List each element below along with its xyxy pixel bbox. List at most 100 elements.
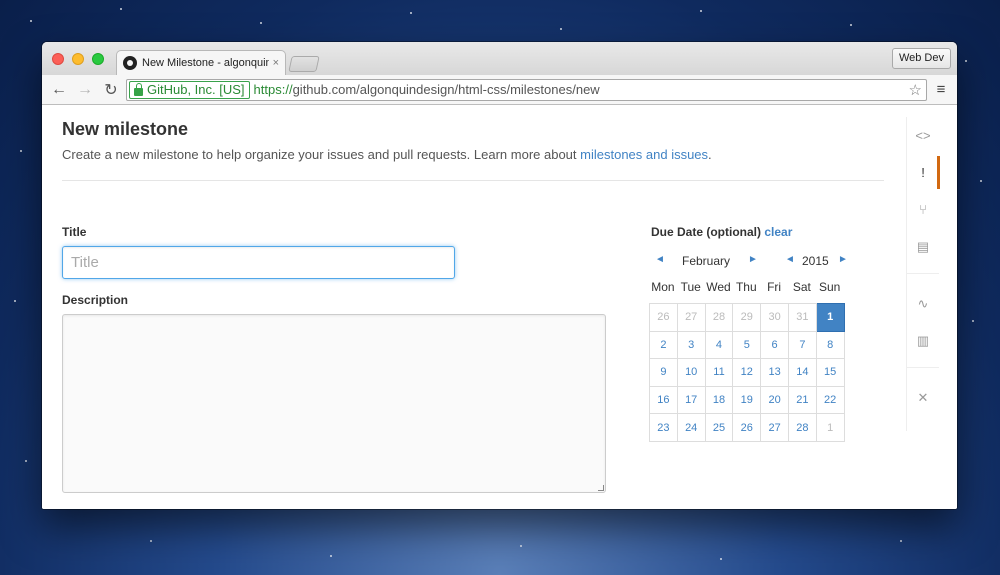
prev-year-icon[interactable]: ◄: [785, 254, 795, 265]
calendar-days: 26 27 28 29 30 31 1 2 3 4 5 6 7 8 9 10 1…: [649, 303, 845, 442]
calendar-day[interactable]: 4: [704, 330, 734, 360]
description-textarea[interactable]: [62, 314, 606, 493]
tab-strip: New Milestone - algonquindesign × Web De…: [42, 42, 957, 75]
prev-month-icon[interactable]: ◄: [655, 254, 665, 265]
calendar-day[interactable]: 16: [649, 385, 678, 415]
weekday-label: Sun: [819, 280, 841, 294]
calendar-day[interactable]: 2: [649, 330, 678, 360]
settings-icon[interactable]: ✕: [907, 379, 939, 416]
maximize-window-button[interactable]: [92, 53, 104, 65]
calendar-grid: Mon Tue Wed Thu Fri Sat Sun 26 27 28 29 …: [649, 280, 845, 442]
calendar-day[interactable]: 30: [760, 303, 789, 332]
calendar-day[interactable]: 18: [704, 385, 734, 415]
calendar-header: ◄ February ► ◄ 2015 ►: [651, 252, 851, 272]
weekday-label: Fri: [767, 280, 782, 294]
url-scheme: https://: [253, 82, 293, 97]
calendar-day[interactable]: 20: [760, 385, 789, 415]
resize-handle-icon[interactable]: [598, 485, 604, 491]
calendar-day[interactable]: 28: [787, 413, 817, 442]
year-label: 2015: [802, 254, 829, 268]
weekday-label: Tue: [680, 280, 701, 294]
due-date-section: Due Date (optional) clear ◄ February ► ◄…: [649, 225, 851, 442]
code-icon[interactable]: <>: [907, 117, 939, 154]
pulse-icon[interactable]: ∿: [907, 285, 939, 322]
calendar-day[interactable]: 21: [787, 385, 817, 415]
url-text: https://github.com/algonquindesign/html-…: [254, 82, 600, 97]
calendar-day[interactable]: 28: [704, 303, 734, 332]
bookmark-star-icon[interactable]: ☆: [909, 81, 922, 99]
calendar-day[interactable]: 27: [676, 303, 706, 332]
tab-close-icon[interactable]: ×: [273, 57, 279, 69]
calendar-day[interactable]: 14: [787, 358, 817, 387]
calendar-day[interactable]: 9: [649, 358, 678, 387]
due-date-label-text: Due Date (optional): [651, 225, 761, 239]
browser-tab[interactable]: New Milestone - algonquindesign ×: [116, 50, 286, 75]
calendar-day[interactable]: 12: [732, 358, 762, 387]
graphs-icon[interactable]: ▥: [907, 322, 939, 359]
issues-icon[interactable]: !: [907, 154, 940, 191]
browser-menu-icon[interactable]: ≡: [931, 81, 951, 98]
next-month-icon[interactable]: ►: [748, 254, 758, 265]
github-icon: [123, 56, 137, 70]
repo-nav-rail: <> ! ⑂ ▤ ∿ ▥ ✕: [906, 117, 940, 431]
browser-window: New Milestone - algonquindesign × Web De…: [42, 42, 957, 509]
calendar-day[interactable]: 22: [815, 385, 845, 415]
weekday-header: Mon Tue Wed Thu Fri Sat Sun: [649, 280, 845, 294]
pull-requests-icon[interactable]: ⑂: [907, 191, 939, 228]
subtitle-period: .: [708, 147, 712, 162]
minimize-window-button[interactable]: [72, 53, 84, 65]
calendar-day[interactable]: 15: [815, 358, 845, 387]
calendar-day[interactable]: 17: [676, 385, 706, 415]
browser-toolbar: ← → ↻ GitHub, Inc. [US] https://github.c…: [42, 75, 957, 105]
page-content: New milestone Create a new milestone to …: [42, 105, 957, 509]
calendar-day[interactable]: 26: [732, 413, 762, 442]
next-year-icon[interactable]: ►: [838, 254, 848, 265]
calendar-day[interactable]: 19: [732, 385, 762, 415]
calendar-day[interactable]: 23: [649, 413, 678, 442]
title-input[interactable]: [62, 246, 455, 279]
reload-icon[interactable]: ↻: [100, 80, 122, 100]
page-subtitle: Create a new milestone to help organize …: [62, 147, 884, 162]
new-tab-button[interactable]: [288, 56, 320, 72]
calendar-day[interactable]: 29: [732, 303, 762, 332]
calendar-day[interactable]: 26: [649, 303, 678, 332]
url-path: github.com/algonquindesign/html-css/mile…: [292, 82, 600, 97]
month-label: February: [682, 254, 731, 268]
calendar-day[interactable]: 11: [704, 358, 734, 387]
calendar-day-selected[interactable]: 1: [815, 303, 845, 332]
calendar-day[interactable]: 31: [787, 303, 817, 332]
milestones-issues-link[interactable]: milestones and issues: [580, 147, 708, 162]
page-title: New milestone: [62, 119, 189, 139]
calendar-day[interactable]: 5: [732, 330, 762, 360]
calendar-day[interactable]: 1: [815, 413, 845, 442]
calendar-day[interactable]: 6: [760, 330, 789, 360]
ev-label: GitHub, Inc. [US]: [147, 82, 245, 97]
calendar-day[interactable]: 25: [704, 413, 734, 442]
calendar-day[interactable]: 27: [760, 413, 789, 442]
calendar-day[interactable]: 7: [787, 330, 817, 360]
address-bar[interactable]: GitHub, Inc. [US] https://github.com/alg…: [126, 78, 927, 101]
window-controls: [52, 53, 104, 65]
back-arrow-icon[interactable]: ←: [48, 81, 70, 99]
weekday-label: Wed: [706, 280, 731, 294]
calendar-day[interactable]: 24: [676, 413, 706, 442]
title-label: Title: [62, 225, 87, 239]
wiki-icon[interactable]: ▤: [907, 228, 939, 265]
calendar-day[interactable]: 8: [815, 330, 845, 360]
ev-certificate-badge[interactable]: GitHub, Inc. [US]: [129, 80, 250, 99]
forward-arrow-icon[interactable]: →: [74, 81, 96, 99]
weekday-label: Thu: [735, 280, 757, 294]
calendar-day[interactable]: 3: [676, 330, 706, 360]
tab-title: New Milestone - algonquindesign: [142, 57, 269, 69]
profile-button[interactable]: Web Dev: [891, 48, 951, 69]
weekday-label: Sat: [792, 280, 811, 294]
weekday-label: Mon: [651, 280, 675, 294]
due-date-label: Due Date (optional) clear: [651, 225, 851, 239]
clear-date-link[interactable]: clear: [764, 225, 792, 239]
calendar-day[interactable]: 13: [760, 358, 789, 387]
close-window-button[interactable]: [52, 53, 64, 65]
rail-divider: [907, 367, 939, 379]
subtitle-text: Create a new milestone to help organize …: [62, 147, 581, 162]
calendar-day[interactable]: 10: [676, 358, 706, 387]
milestone-form: New milestone Create a new milestone to …: [62, 119, 884, 493]
